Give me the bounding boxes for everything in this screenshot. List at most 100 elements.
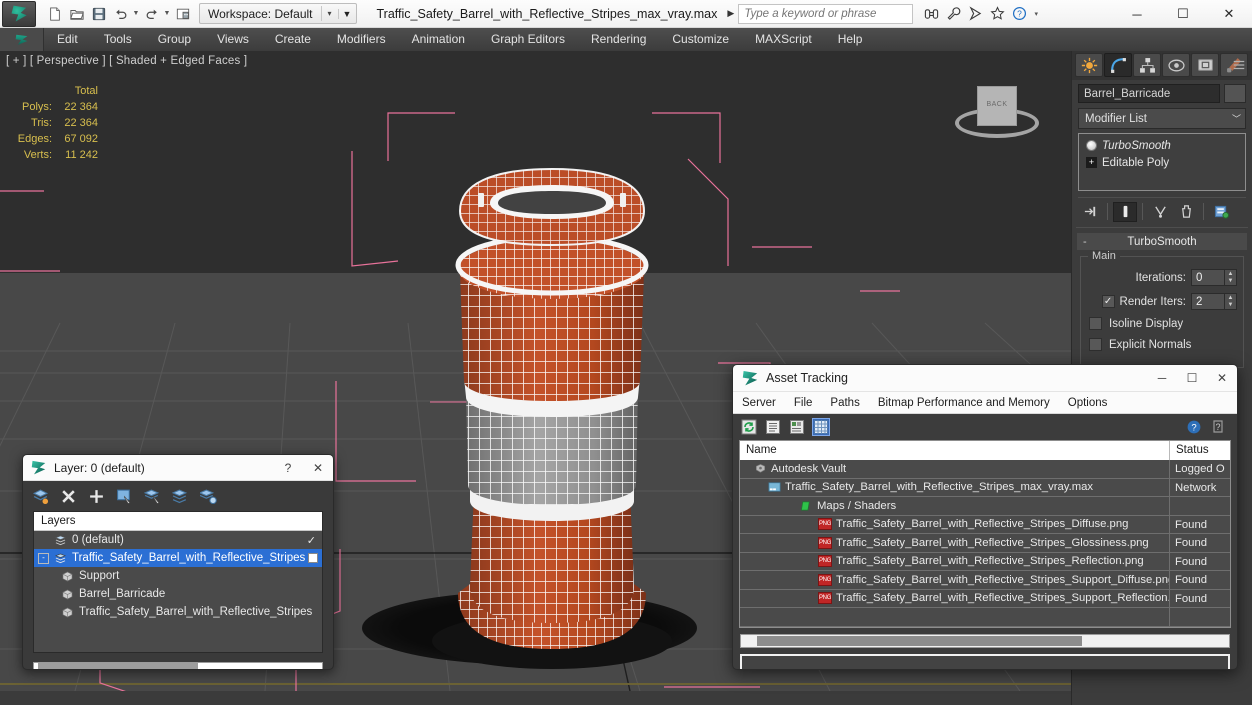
workspace-dropdown-icon[interactable]: ▼ bbox=[337, 8, 356, 19]
menu-item-group[interactable]: Group bbox=[145, 28, 204, 51]
isoline-display-row[interactable]: Isoline Display bbox=[1087, 317, 1237, 330]
context-help-icon[interactable]: ? bbox=[1210, 418, 1228, 436]
layer-list-item[interactable]: 0 (default) ✓ bbox=[34, 531, 322, 549]
render-iters-input[interactable] bbox=[1191, 293, 1225, 310]
barrel-barricade-model[interactable] bbox=[424, 141, 680, 681]
layer-list-item[interactable]: Barrel_Barricade bbox=[34, 585, 322, 603]
layer-dialog-help-button[interactable]: ? bbox=[273, 455, 303, 481]
column-header-name[interactable]: Name bbox=[740, 441, 1170, 460]
view-cube-box[interactable]: BACK bbox=[977, 86, 1017, 126]
column-header-status[interactable]: Status bbox=[1170, 441, 1230, 460]
redo-dropdown-icon[interactable]: ▼ bbox=[163, 10, 171, 17]
modifier-stack-item-turbosmooth[interactable]: TurboSmooth bbox=[1081, 137, 1243, 154]
new-file-icon[interactable] bbox=[44, 3, 65, 24]
minimize-button[interactable]: ─ bbox=[1114, 0, 1160, 28]
add-selection-icon[interactable] bbox=[87, 487, 106, 506]
menu-item-maxscript[interactable]: MAXScript bbox=[742, 28, 825, 51]
new-layer-icon[interactable] bbox=[31, 487, 50, 506]
expand-plus-icon[interactable]: + bbox=[1086, 157, 1097, 168]
list-view-icon[interactable] bbox=[764, 418, 782, 436]
project-folder-icon[interactable] bbox=[172, 3, 193, 24]
show-end-result-icon[interactable] bbox=[1113, 201, 1137, 222]
explicit-normals-row[interactable]: Explicit Normals bbox=[1087, 338, 1237, 351]
title-expand-icon[interactable]: ▶ bbox=[727, 8, 734, 19]
motion-tab[interactable] bbox=[1162, 53, 1190, 77]
menu-item-create[interactable]: Create bbox=[262, 28, 324, 51]
light-bulb-icon[interactable] bbox=[1086, 140, 1097, 151]
save-file-icon[interactable] bbox=[88, 3, 109, 24]
layer-list-item[interactable]: Traffic_Safety_Barrel_with_Reflective_St… bbox=[34, 603, 322, 621]
make-unique-icon[interactable] bbox=[1148, 202, 1172, 222]
close-button[interactable]: ✕ bbox=[1206, 0, 1252, 28]
render-iters-stepper[interactable]: ▲▼ bbox=[1191, 293, 1237, 310]
undo-dropdown-icon[interactable]: ▼ bbox=[132, 10, 140, 17]
asset-menu-server[interactable]: Server bbox=[733, 392, 785, 414]
menu-item-views[interactable]: Views bbox=[204, 28, 262, 51]
menu-item-tools[interactable]: Tools bbox=[91, 28, 145, 51]
feedback-icon[interactable] bbox=[966, 4, 985, 23]
layer-list-item[interactable]: Support bbox=[34, 567, 322, 585]
view-cube[interactable]: BACK bbox=[951, 78, 1043, 152]
modifier-stack-item-editable-poly[interactable]: + Editable Poly bbox=[1081, 154, 1243, 171]
menu-item-modifiers[interactable]: Modifiers bbox=[324, 28, 399, 51]
search-input[interactable] bbox=[739, 4, 913, 23]
menu-item-animation[interactable]: Animation bbox=[399, 28, 478, 51]
app-logo-icon[interactable]: ▼ bbox=[2, 0, 36, 27]
redo-icon[interactable] bbox=[141, 3, 162, 24]
asset-menu-options[interactable]: Options bbox=[1059, 392, 1117, 414]
pin-stack-icon[interactable] bbox=[1078, 202, 1102, 222]
iterations-spinner-arrows[interactable]: ▲ ▼ bbox=[1225, 269, 1237, 286]
iterations-input[interactable] bbox=[1191, 269, 1225, 286]
delete-layer-icon[interactable] bbox=[59, 487, 78, 506]
table-row[interactable]: PNG Traffic_Safety_Barrel_with_Reflectiv… bbox=[740, 571, 1230, 590]
configure-modifier-sets-icon[interactable] bbox=[1209, 202, 1233, 222]
wrench-icon[interactable] bbox=[944, 4, 963, 23]
workspace-selector[interactable]: Workspace: Default ▾ ▼ bbox=[199, 3, 357, 24]
menu-item-help[interactable]: Help bbox=[825, 28, 876, 51]
undo-icon[interactable] bbox=[110, 3, 131, 24]
command-panel-options-icon[interactable] bbox=[1229, 55, 1249, 75]
remove-modifier-icon[interactable] bbox=[1174, 202, 1198, 222]
collapse-expander-icon[interactable]: - bbox=[38, 552, 49, 564]
iterations-stepper[interactable]: ▲▼ bbox=[1191, 269, 1237, 286]
layer-dialog-close-button[interactable]: ✕ bbox=[303, 455, 333, 481]
help-dropdown-icon[interactable]: ▾ bbox=[1032, 10, 1040, 18]
asset-menu-paths[interactable]: Paths bbox=[821, 392, 868, 414]
modifier-list-dropdown[interactable]: Modifier List ﹀ bbox=[1078, 108, 1246, 129]
star-icon[interactable] bbox=[988, 4, 1007, 23]
layer-list-body[interactable]: 0 (default) ✓ - Traffic_Safety_Barrel_wi… bbox=[34, 531, 322, 652]
table-row[interactable]: PNG Traffic_Safety_Barrel_with_Reflectiv… bbox=[740, 552, 1230, 571]
isoline-display-checkbox[interactable] bbox=[1089, 317, 1102, 330]
asset-list-grid[interactable]: Name Status Autodesk Vault Logged O Traf… bbox=[739, 440, 1231, 628]
maximize-button[interactable]: ☐ bbox=[1160, 0, 1206, 28]
layer-dialog[interactable]: Layer: 0 (default) ? ✕ Layers 0 (default… bbox=[22, 454, 334, 670]
grid-view-icon[interactable] bbox=[812, 418, 830, 436]
set-current-layer-icon[interactable] bbox=[171, 487, 190, 506]
rollout-minus-icon[interactable]: - bbox=[1083, 236, 1087, 248]
explicit-normals-checkbox[interactable] bbox=[1089, 338, 1102, 351]
render-iters-spinner-arrows[interactable]: ▲ ▼ bbox=[1225, 293, 1237, 310]
asset-close-button[interactable]: ✕ bbox=[1207, 365, 1237, 391]
table-row[interactable] bbox=[740, 608, 1230, 627]
table-row[interactable]: Maps / Shaders bbox=[740, 497, 1230, 516]
layer-list[interactable]: Layers 0 (default) ✓ - Traffic_Safety_Ba… bbox=[33, 511, 323, 653]
asset-menu-file[interactable]: File bbox=[785, 392, 822, 414]
modifier-stack[interactable]: TurboSmooth + Editable Poly bbox=[1078, 133, 1246, 191]
render-iters-checkbox[interactable]: ✓ bbox=[1101, 295, 1115, 308]
select-objects-in-layer-icon[interactable] bbox=[115, 487, 134, 506]
layer-hide-checkbox[interactable] bbox=[308, 553, 318, 563]
menu-logo-icon[interactable] bbox=[0, 28, 44, 51]
modify-tab[interactable] bbox=[1104, 53, 1132, 77]
hierarchy-tab[interactable] bbox=[1133, 53, 1161, 77]
asset-minimize-button[interactable]: ─ bbox=[1147, 365, 1177, 391]
search-box[interactable] bbox=[738, 3, 914, 24]
table-row[interactable]: PNG Traffic_Safety_Barrel_with_Reflectiv… bbox=[740, 589, 1230, 608]
highlight-selected-objects-layer-icon[interactable] bbox=[143, 487, 162, 506]
table-row[interactable]: Traffic_Safety_Barrel_with_Reflective_St… bbox=[740, 478, 1230, 497]
menu-item-customize[interactable]: Customize bbox=[659, 28, 742, 51]
object-name-field[interactable]: Barrel_Barricade bbox=[1078, 84, 1220, 103]
detail-view-icon[interactable] bbox=[788, 418, 806, 436]
turbosmooth-rollout-header[interactable]: - TurboSmooth bbox=[1077, 233, 1247, 250]
table-row[interactable]: PNG Traffic_Safety_Barrel_with_Reflectiv… bbox=[740, 515, 1230, 534]
object-color-swatch[interactable] bbox=[1224, 84, 1246, 103]
